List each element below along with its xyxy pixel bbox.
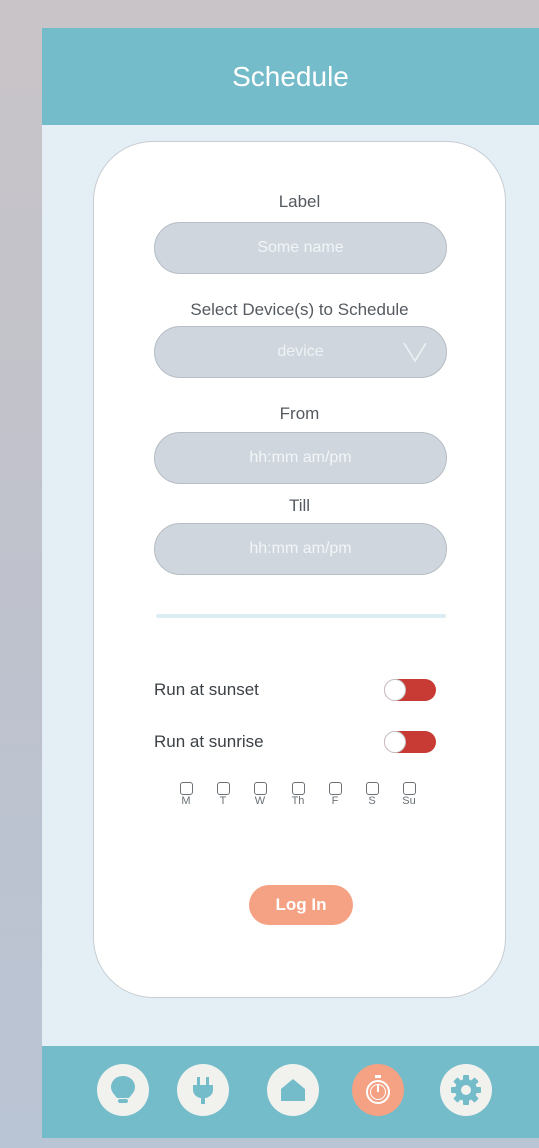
plug-icon (193, 1077, 213, 1104)
section-divider (156, 614, 446, 618)
day-label: M (181, 795, 191, 807)
day-checkbox-monday[interactable]: M (174, 782, 198, 807)
from-title: From (279, 404, 320, 423)
sunrise-label: Run at sunrise (154, 732, 264, 751)
day-checkbox-thursday[interactable]: Th (286, 782, 310, 807)
label-title: Label (278, 192, 321, 211)
label-input[interactable] (154, 222, 447, 274)
weekday-selector: M T W Th F S Su (174, 782, 434, 822)
home-icon (281, 1079, 305, 1101)
checkbox-box (253, 782, 267, 795)
day-label: S (368, 795, 376, 807)
header-bar: Schedule (42, 28, 539, 125)
nav-home-button[interactable] (267, 1064, 319, 1116)
checkbox-box (216, 782, 230, 795)
page-title: Schedule (232, 60, 349, 92)
till-time-input[interactable] (154, 523, 447, 575)
day-checkbox-friday[interactable]: F (323, 782, 347, 807)
checkbox-box (291, 782, 305, 795)
sunrise-row: Run at sunrise (154, 729, 436, 755)
day-label: F (331, 795, 339, 807)
day-label: Th (291, 795, 305, 807)
device-title: Select Device(s) to Schedule (190, 300, 409, 319)
checkbox-box (365, 782, 379, 795)
checkbox-box (179, 782, 193, 795)
schedule-card: Label Select Device(s) to Schedule devic… (93, 141, 506, 998)
bottom-nav (42, 1046, 539, 1138)
stopwatch-icon (366, 1075, 390, 1104)
device-select[interactable]: device (154, 326, 447, 378)
day-checkbox-tuesday[interactable]: T (211, 782, 235, 807)
nav-devices-button[interactable] (177, 1064, 229, 1116)
checkbox-box (328, 782, 342, 795)
day-checkbox-saturday[interactable]: S (360, 782, 384, 807)
sunset-label: Run at sunset (154, 680, 259, 699)
day-checkbox-wednesday[interactable]: W (248, 782, 272, 807)
nav-schedule-button[interactable] (352, 1064, 404, 1116)
day-checkbox-sunday[interactable]: Su (397, 782, 421, 807)
device-select-value: device (277, 343, 324, 360)
toggle-knob (384, 679, 406, 701)
chevron-down-icon (403, 342, 427, 363)
from-time-input[interactable] (154, 432, 447, 484)
lightbulb-icon (111, 1076, 135, 1103)
nav-settings-button[interactable] (440, 1064, 492, 1116)
sunset-toggle[interactable] (384, 679, 436, 701)
nav-lights-button[interactable] (97, 1064, 149, 1116)
day-label: W (254, 795, 266, 807)
app-screen: Schedule Label Select Device(s) to Sched… (42, 28, 539, 1138)
day-label: T (219, 795, 227, 807)
sunrise-toggle[interactable] (384, 731, 436, 753)
login-button[interactable]: Log In (249, 885, 353, 925)
till-title: Till (288, 496, 311, 515)
checkbox-box (402, 782, 416, 795)
gear-icon (451, 1075, 481, 1105)
toggle-knob (384, 731, 406, 753)
sunset-row: Run at sunset (154, 677, 436, 703)
day-label: Su (402, 795, 416, 807)
